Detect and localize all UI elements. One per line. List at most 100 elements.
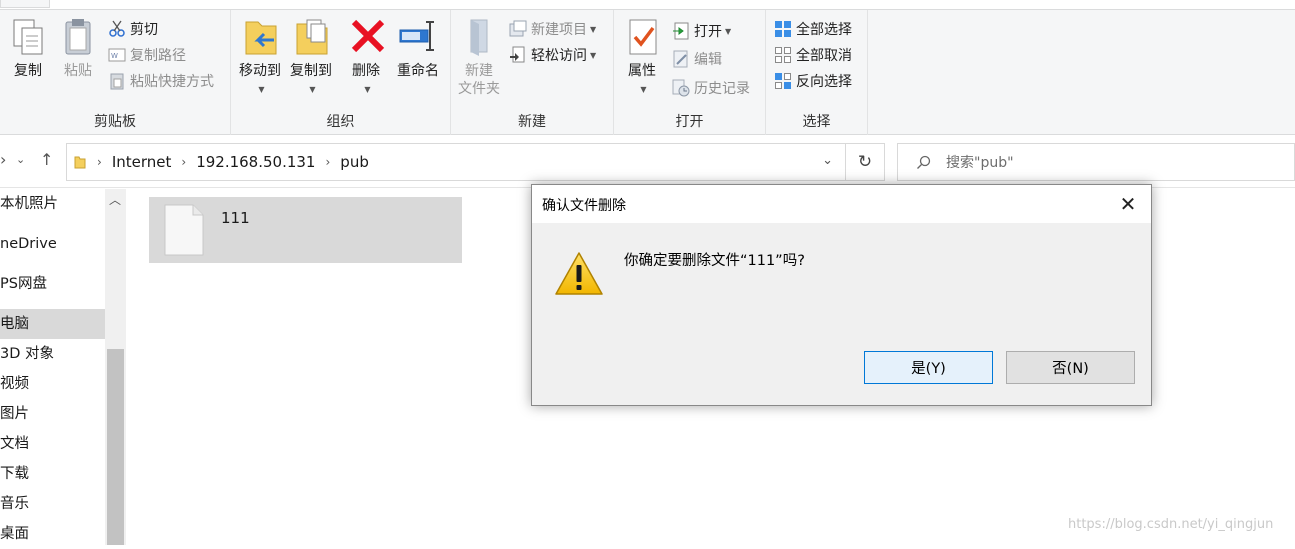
chevron-down-icon: ▼ bbox=[725, 26, 732, 36]
select-none-button[interactable]: 全部取消 bbox=[774, 44, 852, 66]
paste-button[interactable]: 粘贴 bbox=[56, 16, 100, 80]
select-all-button[interactable]: 全部选择 bbox=[774, 18, 852, 40]
history-icon bbox=[672, 79, 690, 97]
chevron-right-icon[interactable]: › bbox=[97, 155, 102, 169]
dialog-title-bar[interactable]: 确认文件删除 ✕ bbox=[532, 185, 1151, 223]
nav-item-3d-objects[interactable]: 3D 对象 bbox=[0, 339, 105, 369]
nav-item-onedrive[interactable]: neDrive bbox=[0, 229, 105, 259]
invert-selection-label: 反向选择 bbox=[796, 74, 852, 90]
invert-selection-icon bbox=[774, 72, 792, 90]
chevron-right-icon[interactable]: › bbox=[325, 155, 330, 169]
file-item[interactable]: 111 bbox=[149, 197, 462, 263]
select-group-label: 选择 bbox=[802, 114, 831, 130]
properties-label: 属性 bbox=[628, 63, 656, 79]
nav-item-photos[interactable]: 本机照片 bbox=[0, 189, 105, 219]
dialog-title: 确认文件删除 bbox=[542, 198, 626, 214]
move-to-text: 移动到 bbox=[239, 63, 281, 79]
new-item-label: 新建项目 bbox=[531, 22, 587, 38]
new-folder-button[interactable]: 新建 文件夹 bbox=[455, 16, 503, 98]
edit-button[interactable]: 编辑 bbox=[672, 48, 722, 70]
search-placeholder: 搜索"pub" bbox=[946, 155, 1014, 171]
yes-button[interactable]: 是(Y) bbox=[864, 351, 993, 384]
easy-access-button[interactable]: 轻松访问 ▼ bbox=[509, 44, 596, 66]
new-item-button[interactable]: 新建项目 ▼ bbox=[509, 18, 596, 40]
chevron-down-icon[interactable]: ⌄ bbox=[822, 153, 833, 168]
delete-button[interactable]: 删除 ▼ bbox=[348, 16, 385, 96]
chevron-down-icon: ▼ bbox=[258, 85, 265, 94]
copy-to-label: 复制到 bbox=[290, 63, 332, 79]
easy-access-icon bbox=[509, 46, 527, 64]
navigation-pane: 本机照片 neDrive PS网盘 电脑 3D 对象 视频 图片 文档 下载 音… bbox=[0, 189, 126, 545]
scissors-icon bbox=[108, 20, 126, 38]
history-label: 历史记录 bbox=[694, 81, 750, 97]
scrollbar-thumb[interactable] bbox=[107, 349, 124, 545]
chevron-right-icon[interactable]: › bbox=[181, 155, 186, 169]
nav-item-this-pc[interactable]: 电脑 bbox=[0, 309, 105, 339]
chevron-down-icon: ▼ bbox=[640, 85, 647, 94]
open-group-label: 打开 bbox=[675, 114, 704, 130]
new-group-label: 新建 bbox=[518, 114, 546, 130]
no-button[interactable]: 否(N) bbox=[1006, 351, 1135, 384]
address-toolbar: › ⌄ ↑ › Internet › 192.168.50.131 › pub … bbox=[0, 136, 1295, 188]
file-name: 111 bbox=[221, 209, 250, 227]
nav-item-music[interactable]: 音乐 bbox=[0, 489, 105, 519]
easy-access-label: 轻松访问 bbox=[531, 48, 587, 64]
delete-x-icon bbox=[351, 19, 385, 53]
tab-home[interactable] bbox=[0, 0, 50, 8]
breadcrumb-internet[interactable]: Internet bbox=[112, 153, 172, 171]
open-group: 属性 ▼ 打开 ▼ 编辑 历史记录 打开 bbox=[614, 10, 766, 135]
close-button[interactable]: ✕ bbox=[1105, 185, 1151, 223]
nav-scrollbar[interactable]: ︿ bbox=[105, 189, 126, 545]
folder-icon bbox=[74, 156, 86, 169]
new-folder-label-2: 文件夹 bbox=[458, 81, 500, 97]
recent-dropdown-icon[interactable]: ⌄ bbox=[16, 153, 25, 166]
search-icon bbox=[917, 155, 931, 169]
select-group: 全部选择 全部取消 反向选择 选择 bbox=[766, 10, 868, 135]
confirm-delete-dialog: 确认文件删除 ✕ 你确定要删除文件“111”吗? 是(Y) 否(N) bbox=[531, 184, 1152, 406]
search-input[interactable]: 搜索"pub" bbox=[897, 143, 1295, 181]
select-none-icon bbox=[774, 46, 792, 64]
refresh-button[interactable]: ↻ bbox=[846, 143, 885, 181]
new-group: 新建 文件夹 新建项目 ▼ 轻松访问 ▼ 新建 bbox=[451, 10, 614, 135]
properties-button[interactable]: 属性 ▼ bbox=[622, 16, 662, 96]
breadcrumb-pub[interactable]: pub bbox=[340, 153, 369, 171]
copy-button[interactable]: 复制 bbox=[6, 16, 50, 80]
ribbon: 复制 粘贴 剪切 W 复制路径 粘贴快捷方式 剪贴板 移动到 ▼ 复制到 ▼ 删… bbox=[0, 10, 1295, 135]
chevron-down-icon: ▼ bbox=[309, 85, 316, 94]
address-bar[interactable]: › Internet › 192.168.50.131 › pub ⌄ bbox=[66, 143, 846, 181]
dialog-message: 你确定要删除文件“111”吗? bbox=[624, 253, 805, 269]
back-arrow-icon[interactable]: › bbox=[0, 150, 6, 169]
close-icon: ✕ bbox=[1119, 192, 1137, 216]
rename-icon bbox=[399, 21, 434, 51]
history-button[interactable]: 历史记录 bbox=[672, 77, 750, 99]
paste-shortcut-label: 粘贴快捷方式 bbox=[130, 74, 214, 90]
open-button[interactable]: 打开 ▼ bbox=[672, 20, 731, 42]
rename-button[interactable]: 重命名 bbox=[393, 16, 443, 80]
warning-icon bbox=[555, 252, 603, 295]
breadcrumb-host[interactable]: 192.168.50.131 bbox=[196, 153, 315, 171]
cut-button[interactable]: 剪切 bbox=[108, 18, 158, 40]
nav-item-videos[interactable]: 视频 bbox=[0, 369, 105, 399]
copy-to-icon bbox=[296, 19, 328, 55]
rename-label: 重命名 bbox=[397, 63, 439, 79]
clipboard-group: 复制 粘贴 剪切 W 复制路径 粘贴快捷方式 剪贴板 bbox=[0, 10, 231, 135]
scroll-up-icon[interactable]: ︿ bbox=[109, 191, 121, 208]
select-all-label: 全部选择 bbox=[796, 22, 852, 38]
chevron-down-icon: ▼ bbox=[590, 50, 597, 60]
properties-icon bbox=[629, 19, 657, 55]
invert-selection-button[interactable]: 反向选择 bbox=[774, 70, 852, 92]
chevron-down-icon: ▼ bbox=[590, 24, 597, 34]
watermark: https://blog.csdn.net/yi_qingjun bbox=[1068, 517, 1274, 532]
open-icon bbox=[672, 22, 690, 40]
cut-label: 剪切 bbox=[130, 22, 158, 38]
copy-path-button[interactable]: W 复制路径 bbox=[108, 44, 186, 66]
nav-item-downloads[interactable]: 下载 bbox=[0, 459, 105, 489]
nav-item-pictures[interactable]: 图片 bbox=[0, 399, 105, 429]
up-arrow-icon[interactable]: ↑ bbox=[40, 150, 53, 169]
paste-shortcut-button[interactable]: 粘贴快捷方式 bbox=[108, 70, 214, 92]
nav-item-documents[interactable]: 文档 bbox=[0, 429, 105, 459]
copy-to-button[interactable]: 复制到 ▼ bbox=[287, 16, 335, 96]
move-to-button[interactable]: 移动到 ▼ bbox=[236, 16, 284, 96]
nav-item-wps-drive[interactable]: PS网盘 bbox=[0, 269, 105, 299]
chevron-down-icon: ▼ bbox=[364, 85, 371, 94]
